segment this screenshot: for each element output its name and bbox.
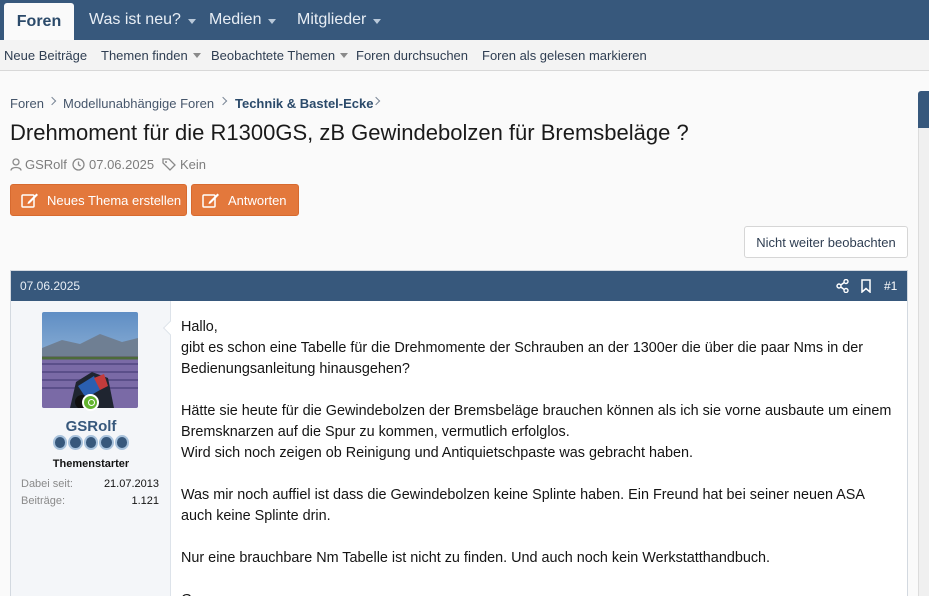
tab-medien[interactable]: Medien <box>209 0 277 40</box>
link-label: Neue Beiträge <box>4 48 88 63</box>
chevron-down-icon[interactable] <box>187 18 196 24</box>
user-title: Themenstarter <box>52 458 130 470</box>
chevron-down-icon[interactable] <box>373 18 382 24</box>
tab-label: Was ist neu? <box>89 11 181 28</box>
post-date[interactable]: 07.06.2025 <box>20 279 80 293</box>
username[interactable]: GSRolf <box>11 418 171 435</box>
chevron-right-icon <box>218 96 228 106</box>
post-body: Hallo, gibt es schon eine Tabelle für di… <box>181 317 896 596</box>
author-name[interactable]: GSRolf <box>25 157 67 172</box>
link-label: Foren durchsuchen <box>356 48 469 63</box>
breadcrumb-item[interactable]: Technik & Bastel-Ecke <box>235 94 373 112</box>
tab-label: Medien <box>209 11 262 28</box>
post-header: 07.06.2025 #1 <box>11 271 907 301</box>
button-label: Neues Thema erstellen <box>47 192 182 208</box>
tab-label: Foren <box>16 12 62 30</box>
post-paragraph: Hallo, <box>181 319 218 335</box>
link-foren-gelesen[interactable]: Foren als gelesen markieren <box>482 40 647 71</box>
post: 07.06.2025 #1 GSRolf Themenstarter Dabei… <box>10 270 908 596</box>
button-label: Nicht weiter beobachten <box>756 234 896 250</box>
bookmark-icon[interactable] <box>861 279 871 293</box>
thread-date: 07.06.2025 <box>72 156 154 172</box>
edit-icon <box>202 193 219 208</box>
tab-label: Mitglieder <box>297 11 367 28</box>
post-paragraph: gibt es schon eine Tabelle für die Drehm… <box>181 340 864 377</box>
tab-was-ist-neu[interactable]: Was ist neu? <box>89 0 196 40</box>
chevron-down-icon[interactable] <box>340 53 349 58</box>
post-paragraph: Nur eine brauchbare Nm Tabelle ist nicht… <box>181 550 771 566</box>
posts-value: 1.121 <box>131 495 159 507</box>
rank-star-icon <box>68 435 83 450</box>
link-beobachtete-themen[interactable]: Beobachtete Themen <box>211 40 349 71</box>
rank-star-icon <box>53 435 68 450</box>
breadcrumb-item[interactable]: Foren <box>10 94 44 112</box>
user-rank-icons <box>53 435 130 451</box>
chevron-down-icon[interactable] <box>192 53 201 58</box>
page-title: Drehmoment für die R1300GS, zB Gewindebo… <box>10 120 689 145</box>
button-label: Antworten <box>228 192 287 208</box>
rank-star-icon <box>99 435 114 450</box>
joined-label: Dabei seit: <box>21 478 73 490</box>
rank-star-icon <box>114 435 130 450</box>
posts-label: Beiträge: <box>21 495 66 507</box>
edit-icon <box>21 193 38 208</box>
post-paragraph: Wird sich noch zeigen ob Reinigung und A… <box>181 445 693 461</box>
breadcrumb-item[interactable]: Modellunabhängige Foren <box>63 94 214 112</box>
rank-star-icon <box>83 435 99 450</box>
link-label: Foren als gelesen markieren <box>482 48 647 63</box>
thread-author[interactable]: GSRolf <box>10 156 67 172</box>
share-icon[interactable] <box>836 279 849 293</box>
link-label: Themen finden <box>101 48 188 63</box>
top-navigation: Foren Was ist neu? Medien Mitglieder <box>0 0 929 40</box>
tags-text: Kein <box>180 156 207 172</box>
user-icon <box>10 157 22 171</box>
user-panel: GSRolf Themenstarter Dabei seit: 21.07.2… <box>11 301 171 596</box>
clock-icon <box>72 157 85 171</box>
post-paragraph: Was mir noch auffiel ist dass die Gewind… <box>181 487 865 524</box>
link-neue-beitraege[interactable]: Neue Beiträge <box>4 40 87 71</box>
reply-button[interactable]: Antworten <box>191 184 299 216</box>
sub-navigation: Neue Beiträge Themen finden Beobachtete … <box>0 40 929 71</box>
unwatch-button[interactable]: Nicht weiter beobachten <box>744 226 908 258</box>
post-number[interactable]: #1 <box>884 279 897 293</box>
date-text[interactable]: 07.06.2025 <box>89 157 154 172</box>
post-paragraph: G <box>181 590 896 596</box>
link-themen-finden[interactable]: Themen finden <box>101 40 201 71</box>
side-widget-body <box>918 128 929 596</box>
side-widget-header[interactable] <box>918 91 929 128</box>
joined-value: 21.07.2013 <box>103 478 159 490</box>
tags-icon <box>162 157 176 171</box>
post-paragraph: Hätte sie heute für die Gewindebolzen de… <box>181 403 892 440</box>
new-thread-button[interactable]: Neues Thema erstellen <box>10 184 187 216</box>
link-foren-durchsuchen[interactable]: Foren durchsuchen <box>356 40 468 71</box>
chevron-down-icon[interactable] <box>268 18 277 24</box>
online-status-icon <box>82 394 99 411</box>
thread-tags: Kein <box>162 156 206 172</box>
tab-mitglieder[interactable]: Mitglieder <box>297 0 382 40</box>
tab-foren[interactable]: Foren <box>4 3 74 40</box>
chevron-right-icon <box>47 96 57 106</box>
link-label: Beobachtete Themen <box>211 48 336 63</box>
